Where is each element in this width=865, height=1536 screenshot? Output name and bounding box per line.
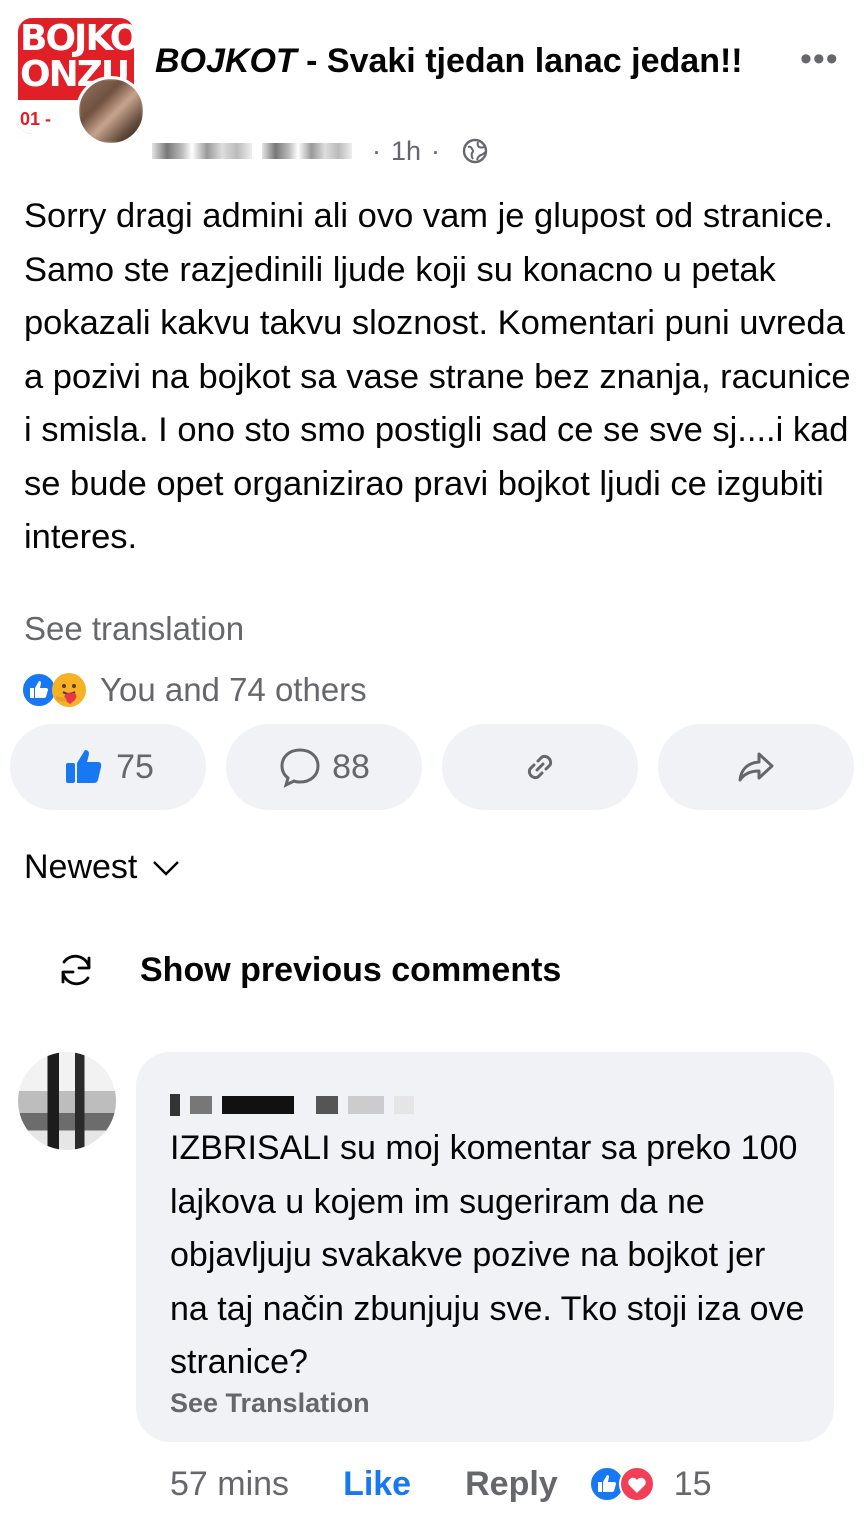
reactions-summary[interactable]: You and 74 others xyxy=(20,668,367,712)
logo-text-line-1: BOJKOT xyxy=(20,18,134,59)
thumbs-up-icon xyxy=(66,750,102,783)
commenter-avatar[interactable] xyxy=(18,1052,116,1150)
share-arrow-icon xyxy=(738,752,774,782)
love-icon xyxy=(618,1466,655,1502)
post-title-text: - Svaki tjedan lanac jedan!! xyxy=(296,42,743,80)
post-meta: · 1h · xyxy=(152,134,488,168)
like-count: 75 xyxy=(116,747,154,786)
see-translation-link[interactable]: See translation xyxy=(24,610,244,648)
post-text: Sorry dragi admini ali ovo vam je glupos… xyxy=(24,197,851,556)
more-options-button[interactable]: ••• xyxy=(800,40,839,79)
meta-separator: · xyxy=(372,135,381,166)
share-button[interactable] xyxy=(658,724,854,810)
group-name-link[interactable]: BOJKOT xyxy=(155,42,297,80)
comment-like-button[interactable]: Like xyxy=(343,1465,411,1504)
refresh-icon xyxy=(61,954,91,986)
comment-footer: 57 mins Like Reply 15 xyxy=(170,1458,712,1510)
show-previous-comments-button[interactable]: Show previous comments xyxy=(56,950,561,990)
globe-icon xyxy=(462,138,488,164)
comment-reaction-count[interactable]: 15 xyxy=(674,1465,712,1504)
sort-label: Newest xyxy=(24,848,138,886)
post-title: BOJKOT - Svaki tjedan lanac jedan!! xyxy=(155,34,765,88)
redaction-block xyxy=(394,1096,414,1114)
logo-text-line-3: 01 - xyxy=(20,109,52,129)
copy-link-button[interactable] xyxy=(442,724,638,810)
comment-see-translation-link[interactable]: See Translation xyxy=(170,1388,370,1419)
chevron-down-icon xyxy=(153,860,180,876)
redaction-block xyxy=(222,1096,294,1114)
redaction-block xyxy=(316,1096,338,1114)
like-button[interactable]: 75 xyxy=(10,724,206,810)
comment-text: IZBRISALI su moj komentar sa preko 100 l… xyxy=(170,1129,805,1381)
avatar-blurred-photo xyxy=(79,79,143,143)
redaction-block xyxy=(170,1094,180,1116)
redacted-commenter-name[interactable] xyxy=(170,1090,414,1120)
comment-bubble-icon xyxy=(280,748,320,788)
redacted-author-name xyxy=(152,143,252,159)
poster-avatar[interactable] xyxy=(76,76,146,146)
comment-count: 88 xyxy=(332,747,370,786)
post-time[interactable]: 1h xyxy=(391,136,421,167)
care-icon xyxy=(52,673,86,707)
redaction-block xyxy=(348,1096,384,1114)
show-previous-label: Show previous comments xyxy=(140,950,562,989)
comment-sort-dropdown[interactable]: Newest xyxy=(24,848,181,887)
reactions-text: You and 74 others xyxy=(100,671,367,708)
avatar-pixelated-photo xyxy=(18,1052,116,1150)
comment-button[interactable]: 88 xyxy=(226,724,422,810)
comment-time[interactable]: 57 mins xyxy=(170,1465,289,1504)
link-icon xyxy=(527,754,553,780)
redacted-author-name xyxy=(262,143,352,159)
comment-reply-button[interactable]: Reply xyxy=(465,1465,558,1504)
redaction-block xyxy=(190,1096,212,1114)
meta-separator: · xyxy=(431,135,441,166)
